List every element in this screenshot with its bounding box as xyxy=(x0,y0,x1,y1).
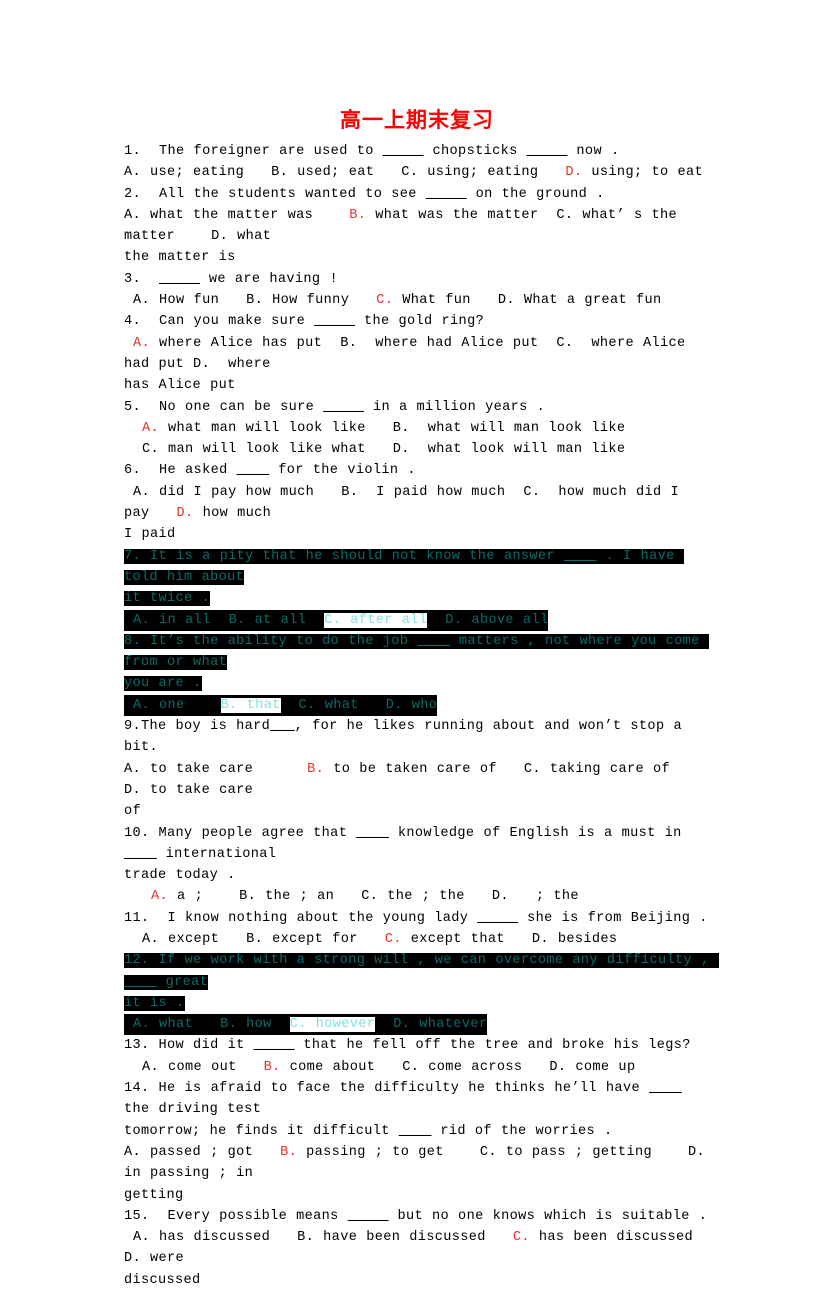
blank-field: ____ xyxy=(124,974,157,990)
answer-key-letter: D. xyxy=(565,165,583,181)
selected-option: B. that xyxy=(220,697,281,713)
blank-field: ____ xyxy=(236,463,270,479)
question-options-7: A. in all B. at all C. after all D. abov… xyxy=(124,609,712,631)
highlight-span: it twice . xyxy=(124,591,211,607)
answer-key-letter: C. xyxy=(384,931,402,947)
blank-field: _____ xyxy=(477,910,519,926)
answer-key-letter: B. xyxy=(280,1144,298,1160)
question-options-15-cont: discussed xyxy=(124,1272,201,1288)
blank-field: _____ xyxy=(347,1208,389,1224)
option-c-d: C. what D. who xyxy=(298,697,438,713)
highlight-option-row: A. in all B. at all C. after all D. abov… xyxy=(124,609,549,631)
question-stem-13: 13. How did it _____ that he fell off th… xyxy=(124,1038,691,1054)
question-options-12: A. what B. how C. however D. whatever xyxy=(124,1014,712,1036)
question-stem-9: 9.The boy is hard___, for he likes runni… xyxy=(124,719,691,756)
question-stem-15: 15. Every possible means _____ but no on… xyxy=(124,1208,708,1224)
selected-option: C. after all xyxy=(324,612,428,628)
document-page: 高一上期末复习 1. The foreigner are used to ___… xyxy=(0,0,826,1288)
answer-key-letter: A. xyxy=(151,889,169,905)
question-stem-8-cont: you are . xyxy=(124,673,712,694)
question-options-2: A. what the matter was B. what was the m… xyxy=(124,207,687,245)
answer-key-letter: B. xyxy=(307,761,325,777)
question-stem-8: 8. It’s the ability to do the job ____ m… xyxy=(124,631,712,674)
question-options-15: A. has discussed B. have been discussed … xyxy=(124,1230,721,1267)
question-stem-14: 14. He is afraid to face the difficulty … xyxy=(124,1081,691,1118)
highlight-span: 12. If we work with a strong will , we c… xyxy=(124,953,719,990)
highlight-span: it is . xyxy=(124,995,185,1011)
blank-field: _____ xyxy=(314,314,355,330)
blank-field: _____ xyxy=(253,1038,295,1054)
question-options-8: A. one B. that C. what D. who xyxy=(124,694,712,717)
blank-field: ___ xyxy=(270,719,295,735)
option-d: D. whatever xyxy=(393,1017,488,1033)
question-stem-10: 10. Many people agree that ____ knowledg… xyxy=(124,825,691,862)
question-stem-3: 3. _____ we are having ! xyxy=(124,271,338,287)
selected-option: C. however xyxy=(289,1017,376,1033)
question-options-14-cont: getting xyxy=(124,1187,184,1203)
question-options-14: A. passed ; got B. passing ; to get C. t… xyxy=(124,1144,715,1182)
question-options-13: A. come out B. come about C. come across… xyxy=(124,1059,636,1075)
highlight-span: you are . xyxy=(124,676,202,692)
blank-field: _____ xyxy=(382,144,424,159)
blank-field: ____ xyxy=(124,846,157,862)
answer-key-letter: A. xyxy=(142,420,160,436)
question-stem-7-cont: it twice . xyxy=(124,588,712,609)
question-options-4: A. where Alice has put B. where had Alic… xyxy=(124,335,695,372)
question-stem-12: 12. If we work with a strong will , we c… xyxy=(124,950,719,993)
question-stem-11: 11. I know nothing about the young lady … xyxy=(124,910,708,926)
blank-field: ____ xyxy=(563,548,597,564)
document-body: 1. The foreigner are used to _____ chops… xyxy=(124,141,721,1291)
question-stem-4: 4. Can you make sure _____ the gold ring… xyxy=(124,314,485,330)
highlight-option-row: A. what B. how C. however D. whatever xyxy=(124,1014,488,1036)
answer-key-letter: B. xyxy=(349,207,367,223)
option-d: D. above all xyxy=(445,612,549,628)
question-options-9-cont: of xyxy=(124,804,142,820)
highlight-span: 7. It is a pity that he should not know … xyxy=(124,548,684,585)
answer-key-letter: C. xyxy=(376,293,394,309)
blank-field: ____ xyxy=(648,1081,682,1097)
question-options-1: A. use; eating B. used; eat C. using; ea… xyxy=(124,165,704,181)
answer-key-letter: B. xyxy=(263,1059,281,1075)
question-stem-2: 2. All the students wanted to see _____ … xyxy=(124,186,605,202)
answer-key-letter: D. xyxy=(176,506,194,522)
question-stem-10-cont: trade today . xyxy=(124,868,236,884)
question-options-11: A. except B. except for C. except that D… xyxy=(124,931,618,947)
highlight-option-row: A. one B. that C. what D. who xyxy=(124,694,438,717)
blank-field: _____ xyxy=(159,271,200,287)
blank-field: _____ xyxy=(323,399,364,415)
q1-stem-text: 1. The foreigner are used to _____ chops… xyxy=(124,144,620,159)
question-options-9: A. to take care B. to be taken care of C… xyxy=(124,761,716,798)
question-options-6-cont: I paid xyxy=(124,527,176,543)
question-options-3: A. How fun B. How funny C. What fun D. W… xyxy=(124,293,662,309)
question-stem-14-cont: tomorrow; he finds it difficult ____ rid… xyxy=(124,1123,613,1139)
question-stem-7: 7. It is a pity that he should not know … xyxy=(124,546,712,589)
blank-field: _____ xyxy=(425,186,467,202)
question-options-4-cont: has Alice put xyxy=(124,378,236,394)
question-stem-12-cont: it is . xyxy=(124,993,712,1014)
answer-key-letter: C. xyxy=(512,1230,530,1246)
question-options-10: A. a ; B. the ; an C. the ; the D. ; the xyxy=(151,889,579,905)
question-options-6: A. did I pay how much B. I paid how much… xyxy=(124,484,688,522)
blank-field: ____ xyxy=(398,1123,432,1139)
page-title: 高一上期末复习 xyxy=(340,108,494,132)
question-options-5a: A. what man will look like B. what will … xyxy=(142,420,626,436)
highlight-span: 8. It’s the ability to do the job ____ m… xyxy=(124,633,709,671)
question-stem-1: 1. The foreigner are used to _____ chops… xyxy=(124,141,712,162)
blank-field: ____ xyxy=(356,825,389,841)
question-options-2-cont: the matter is xyxy=(124,250,236,266)
question-stem-6: 6. He asked ____ for the violin . xyxy=(124,463,416,479)
blank-field: ____ xyxy=(417,633,450,649)
blank-field: _____ xyxy=(526,144,568,159)
question-stem-5: 5. No one can be sure _____ in a million… xyxy=(124,399,546,415)
answer-key-letter: A. xyxy=(133,335,151,351)
question-options-5b: C. man will look like what D. what look … xyxy=(124,442,626,458)
